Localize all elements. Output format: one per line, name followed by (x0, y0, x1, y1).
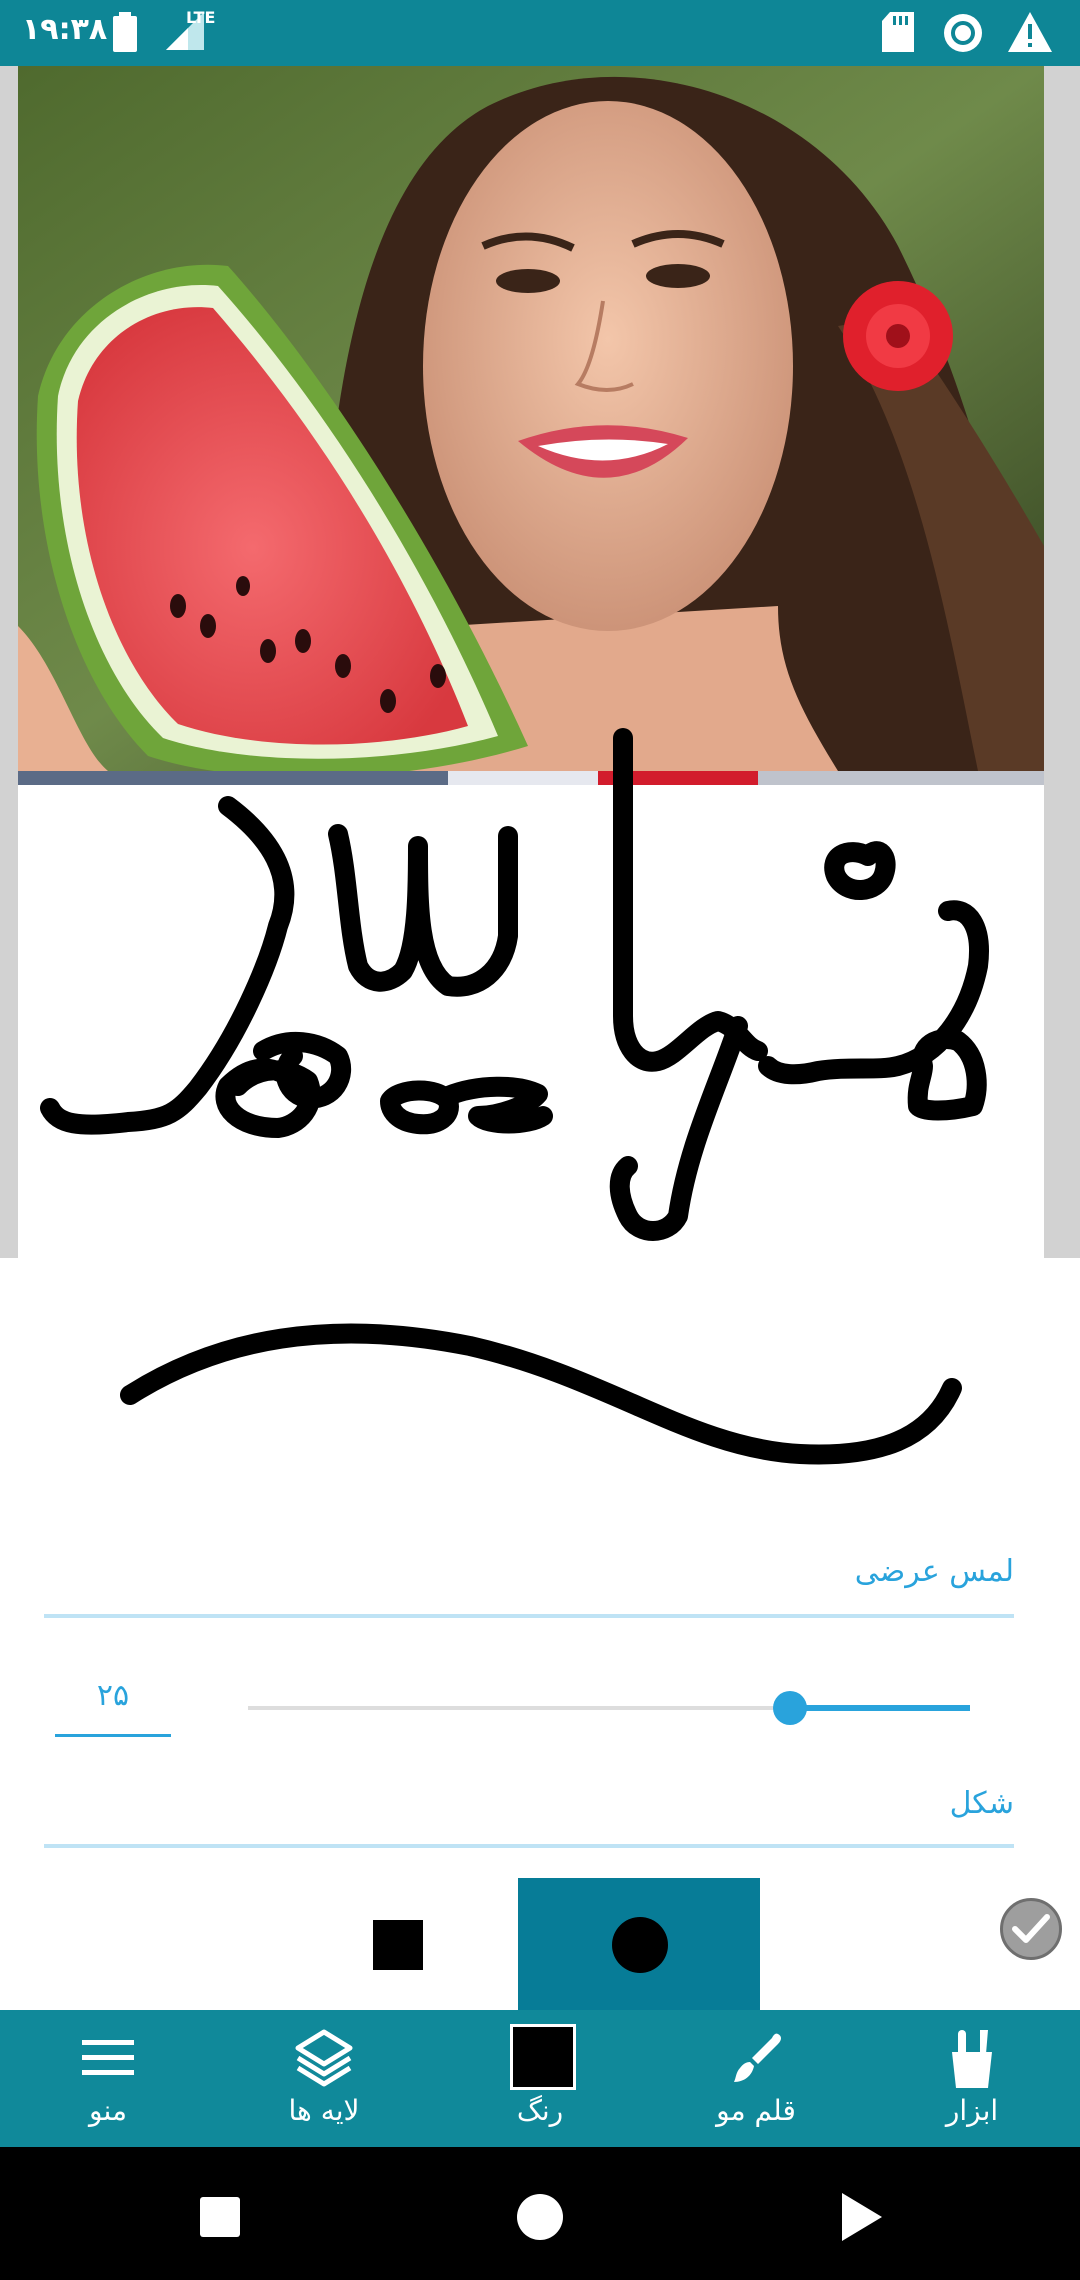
slider-thumb[interactable] (773, 1691, 807, 1725)
stroke-preview (120, 1323, 962, 1465)
toolbar-brush-label: قلم مو (716, 2094, 796, 2127)
drawn-strokes (40, 728, 989, 1241)
toolbar-tools-label: ابزار (945, 2094, 999, 2127)
check-icon (1012, 1914, 1050, 1943)
brush-size-underline (55, 1734, 171, 1737)
slider-track (248, 1706, 790, 1710)
sync-circle-icon (942, 12, 984, 58)
toolbar-brush[interactable]: قلم مو (648, 2010, 864, 2147)
battery-icon (112, 12, 138, 56)
recents-button[interactable] (190, 2187, 250, 2247)
brush-settings-panel: لمس عرضی ۲۵ شکل (0, 1258, 1080, 2010)
back-button[interactable] (830, 2187, 890, 2247)
system-nav-bar (0, 2147, 1080, 2280)
shape-square-button[interactable] (318, 1878, 478, 2010)
canvas-frame (0, 66, 1080, 1258)
menu-icon (82, 2040, 134, 2075)
toolbar-color[interactable]: رنگ (432, 2010, 648, 2147)
lte-label: LTE (186, 8, 216, 27)
drawing-canvas[interactable] (18, 66, 1044, 1258)
status-time: ۱۹:۳۸ (22, 12, 108, 47)
brush-size-value[interactable]: ۲۵ (55, 1678, 171, 1713)
circle-shape-icon (612, 1917, 668, 1973)
color-swatch (510, 2024, 576, 2090)
tools-icon (952, 2030, 992, 2088)
shape-divider (44, 1844, 1014, 1848)
toolbar-tools[interactable]: ابزار (864, 2010, 1080, 2147)
shape-label: شکل (949, 1786, 1014, 1821)
layers-icon (295, 2029, 353, 2087)
toolbar-menu[interactable]: منو (0, 2010, 216, 2147)
warning-icon (1008, 12, 1052, 56)
toolbar-color-label: رنگ (516, 2094, 564, 2127)
brush-size-slider[interactable] (248, 1690, 970, 1726)
shape-circle-button[interactable] (518, 1878, 760, 2010)
home-button[interactable] (510, 2187, 570, 2247)
sd-card-icon (880, 12, 916, 56)
stroke-width-divider (44, 1614, 1014, 1618)
status-bar: ۱۹:۳۸ LTE (0, 0, 1080, 66)
slider-fill (790, 1705, 970, 1711)
bottom-toolbar: منو لایه ها رنگ قلم مو ابزار (0, 2010, 1080, 2147)
square-shape-icon (373, 1920, 423, 1970)
confirm-button[interactable] (1000, 1898, 1062, 1960)
stroke-width-label: لمس عرضی (854, 1554, 1014, 1589)
toolbar-menu-label: منو (89, 2094, 127, 2127)
toolbar-layers-label: لایه ها (288, 2094, 360, 2127)
brush-icon (734, 2033, 781, 2082)
toolbar-layers[interactable]: لایه ها (216, 2010, 432, 2147)
